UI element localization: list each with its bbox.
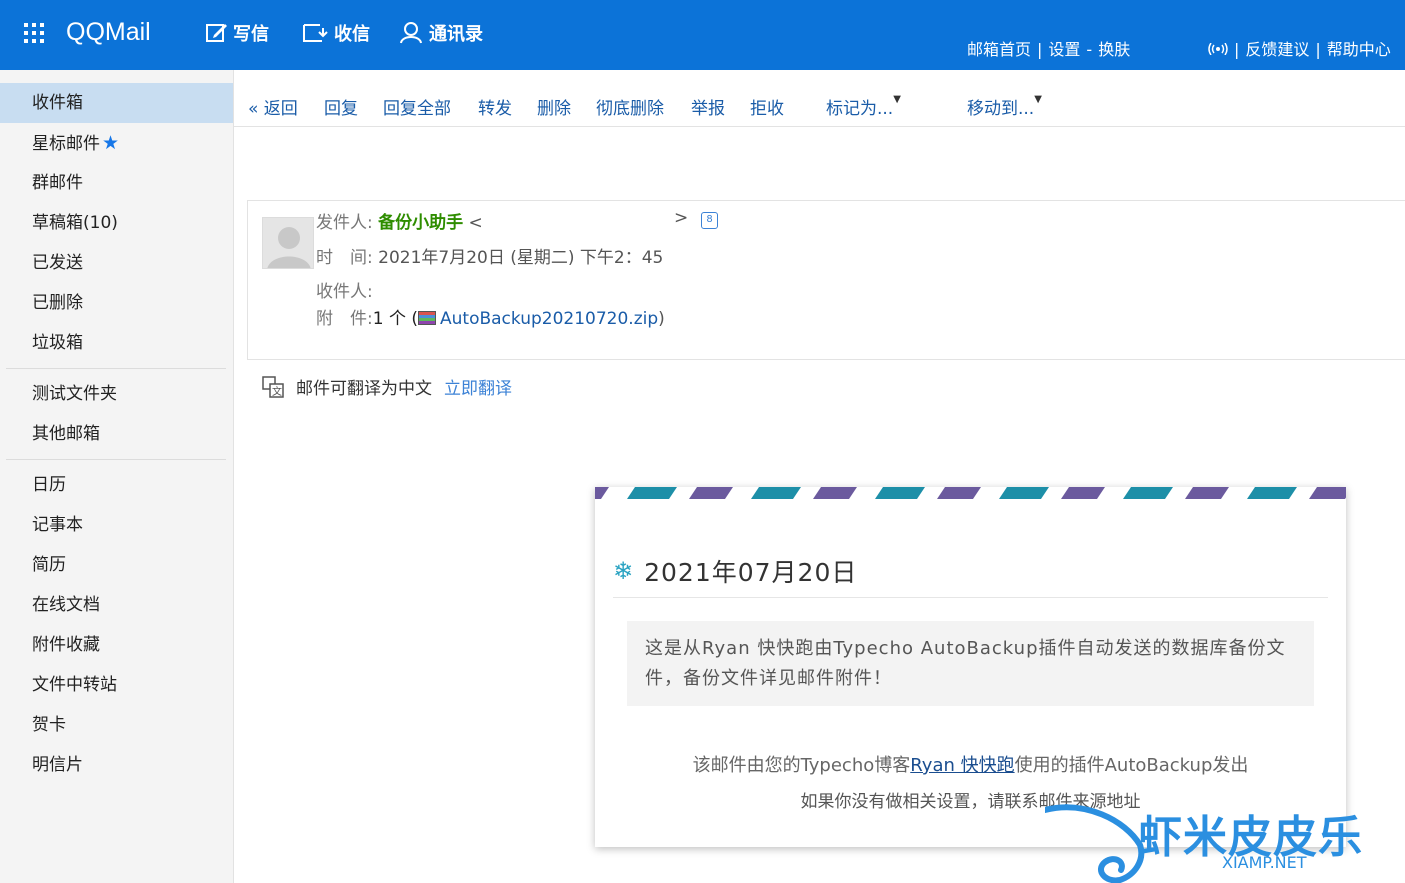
snowflake-icon: ❄ xyxy=(613,557,635,585)
nav-contacts-button[interactable]: 通讯录 xyxy=(399,20,483,46)
nav-compose-label: 写信 xyxy=(233,24,269,45)
nav-inbox-button[interactable]: 收信 xyxy=(302,20,370,46)
contacts-icon xyxy=(400,22,422,44)
sidebar-item-resume[interactable]: 简历 xyxy=(0,545,233,585)
sidebar-item-test-folder[interactable]: 测试文件夹 xyxy=(0,374,233,414)
translate-icon: 文 xyxy=(262,375,284,398)
star-icon: ★ xyxy=(102,132,120,154)
airmail-stripes xyxy=(595,487,1346,499)
top-bar: QQMail 写信 收信 通讯录 邮箱首页 | 设置 - 换肤 | 反馈建议 | 帮助中心 xyxy=(0,0,1405,70)
app-logo[interactable]: QQMail xyxy=(66,18,151,47)
contact-card-icon[interactable]: 8 xyxy=(701,212,718,229)
sidebar-item-calendar[interactable]: 日历 xyxy=(0,465,233,505)
sidebar-item-postcards[interactable]: 明信片 xyxy=(0,745,233,785)
translate-text: 邮件可翻译为中文 xyxy=(296,379,432,399)
from-close: > xyxy=(674,208,689,228)
sidebar-item-drafts[interactable]: 草稿箱(10) xyxy=(0,203,233,243)
skin-link[interactable]: 换肤 xyxy=(1098,36,1130,60)
zip-file-icon xyxy=(418,311,436,325)
chevron-down-icon: ▼ xyxy=(893,94,901,105)
card-date: ❄ 2021年07月20日 xyxy=(613,557,858,587)
email-body-card: ❄ 2021年07月20日 这是从Ryan 快快跑由Typecho AutoBa… xyxy=(595,487,1346,847)
reply-all-button[interactable]: 回复全部 xyxy=(383,94,451,119)
translate-bar: 文 邮件可翻译为中文 立即翻译 xyxy=(262,374,512,399)
top-links-right: | 反馈建议 | 帮助中心 xyxy=(1208,36,1391,60)
delete-button[interactable]: 删除 xyxy=(537,94,571,119)
compose-icon xyxy=(206,24,227,42)
report-button[interactable]: 举报 xyxy=(691,94,725,119)
attachment-row: 附 件:1 个 (AutoBackup20210720.zip) xyxy=(316,309,665,329)
sidebar-divider xyxy=(6,368,226,369)
mailbox-home-link[interactable]: 邮箱首页 xyxy=(967,36,1031,60)
nav-inbox-label: 收信 xyxy=(334,24,370,45)
back-button[interactable]: « 返回 xyxy=(248,94,298,119)
reject-button[interactable]: 拒收 xyxy=(750,94,784,119)
mark-as-dropdown[interactable]: 标记为...▼ xyxy=(826,94,901,119)
help-center-link[interactable]: 帮助中心 xyxy=(1327,36,1391,60)
forward-button[interactable]: 转发 xyxy=(478,94,512,119)
translate-now-link[interactable]: 立即翻译 xyxy=(444,374,512,399)
sidebar-divider xyxy=(6,459,226,460)
settings-link[interactable]: 设置 xyxy=(1048,36,1080,60)
sidebar-item-sent[interactable]: 已发送 xyxy=(0,243,233,283)
time-row: 时 间: 2021年7月20日 (星期二) 下午2：45 xyxy=(316,248,664,268)
sidebar-item-spam[interactable]: 垃圾箱 xyxy=(0,323,233,363)
apps-grid-icon[interactable] xyxy=(24,23,44,43)
reply-button[interactable]: 回复 xyxy=(324,94,358,119)
sidebar-item-starred[interactable]: 星标邮件 ★ xyxy=(0,123,233,163)
attachment-link[interactable]: AutoBackup20210720.zip xyxy=(440,309,658,329)
avatar-silhouette-icon xyxy=(267,227,311,268)
sidebar-item-online-docs[interactable]: 在线文档 xyxy=(0,585,233,625)
time-value: 2021年7月20日 (星期二) 下午2：45 xyxy=(378,248,664,268)
nav-contacts-label: 通讯录 xyxy=(429,24,483,45)
chevron-down-icon: ▼ xyxy=(1034,94,1042,105)
sender-avatar xyxy=(262,217,314,269)
sidebar-item-attachment-favorites[interactable]: 附件收藏 xyxy=(0,625,233,665)
sidebar-item-other-mailboxes[interactable]: 其他邮箱 xyxy=(0,414,233,454)
card-message: 这是从Ryan 快快跑由Typecho AutoBackup插件自动发送的数据库… xyxy=(627,621,1314,706)
from-row: 发件人: 备份小助手 < xyxy=(316,213,483,233)
card-footer-line1: 该邮件由您的Typecho博客Ryan 快快跑使用的插件AutoBackup发出 xyxy=(692,755,1249,776)
blog-link[interactable]: Ryan 快快跑 xyxy=(910,755,1014,776)
card-divider xyxy=(613,597,1328,598)
sidebar-item-file-transfer[interactable]: 文件中转站 xyxy=(0,665,233,705)
radio-icon[interactable] xyxy=(1208,42,1228,56)
sidebar-item-greeting-cards[interactable]: 贺卡 xyxy=(0,705,233,745)
sidebar-item-deleted[interactable]: 已删除 xyxy=(0,283,233,323)
svg-text:文: 文 xyxy=(272,385,282,398)
move-to-dropdown[interactable]: 移动到...▼ xyxy=(967,94,1042,119)
watermark-site: XIAMP.NET xyxy=(1222,853,1307,872)
delete-forever-button[interactable]: 彻底删除 xyxy=(596,94,664,119)
top-links-left: 邮箱首页 | 设置 - 换肤 xyxy=(967,36,1130,60)
sidebar-item-group-mail[interactable]: 群邮件 xyxy=(0,163,233,203)
sidebar-item-inbox[interactable]: 收件箱 xyxy=(0,83,233,123)
message-toolbar: « 返回 回复 回复全部 转发 删除 彻底删除 举报 拒收 标记为...▼ 移动… xyxy=(234,70,1405,127)
feedback-link[interactable]: 反馈建议 xyxy=(1245,36,1309,60)
sidebar-item-notepad[interactable]: 记事本 xyxy=(0,505,233,545)
to-row: 收件人: xyxy=(316,282,373,302)
sidebar: 收件箱 星标邮件 ★ 群邮件 草稿箱(10) 已发送 已删除 垃圾箱 测试文件夹 … xyxy=(0,70,234,883)
sender-name[interactable]: 备份小助手 xyxy=(378,213,463,233)
nav-compose-button[interactable]: 写信 xyxy=(205,20,269,46)
inbox-icon xyxy=(303,24,328,42)
